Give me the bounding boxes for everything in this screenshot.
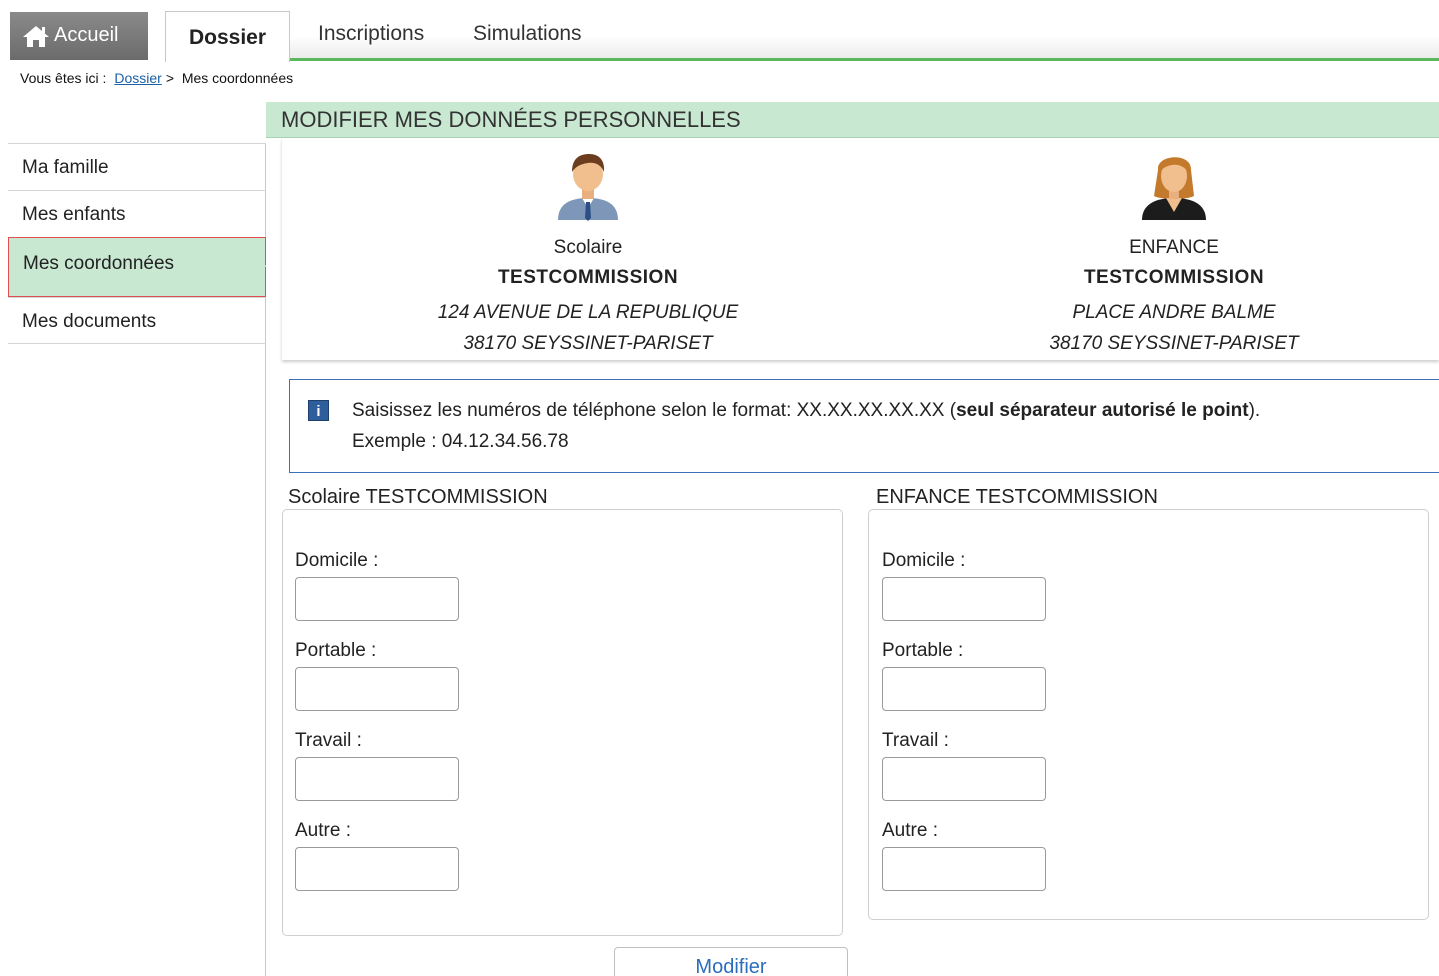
tab-bar-background: [290, 36, 1439, 58]
person-address: 124 AVENUE DE LA REPUBLIQUE 38170 SEYSSI…: [378, 297, 798, 359]
sidebar-item-ma-famille[interactable]: Ma famille: [8, 143, 266, 190]
travail-input[interactable]: [882, 757, 1046, 801]
info-text-bold: seul séparateur autorisé le point: [956, 400, 1249, 421]
autre-input[interactable]: [295, 847, 459, 891]
person-name: TESTCOMMISSION: [497, 267, 679, 288]
field-label-domicile: Domicile :: [882, 550, 966, 571]
travail-input[interactable]: [295, 757, 459, 801]
person-card-scolaire: Scolaire TESTCOMMISSION 124 AVENUE DE LA…: [378, 148, 798, 359]
breadcrumb-current: Mes coordonnées: [181, 70, 294, 86]
address-line-1: PLACE ANDRE BALME: [1072, 302, 1276, 323]
modifier-button[interactable]: Modifier: [614, 947, 848, 976]
person-card-enfance: ENFANCE TESTCOMMISSION PLACE ANDRE BALME…: [964, 148, 1384, 359]
persons-panel: Scolaire TESTCOMMISSION 124 AVENUE DE LA…: [282, 138, 1439, 360]
breadcrumb-prefix: Vous êtes ici :: [20, 70, 107, 86]
tab-bar-underline: [290, 58, 1439, 61]
portable-input[interactable]: [882, 667, 1046, 711]
fieldset-legend: Scolaire TESTCOMMISSION: [288, 486, 554, 509]
home-icon: [23, 26, 49, 47]
autre-input[interactable]: [882, 847, 1046, 891]
man-icon: [558, 154, 618, 221]
tab-inscriptions[interactable]: Inscriptions: [318, 22, 424, 46]
field-label-portable: Portable :: [295, 640, 377, 661]
field-label-travail: Travail :: [295, 730, 362, 751]
active-indicator: [265, 252, 279, 280]
sidebar-item-label: Mes coordonnées: [23, 253, 175, 274]
breadcrumb-link-dossier[interactable]: Dossier: [114, 70, 161, 86]
info-text: Saisissez les numéros de téléphone selon…: [352, 400, 957, 421]
breadcrumb-separator: >: [165, 70, 175, 86]
info-icon: i: [308, 400, 329, 421]
woman-icon: [1142, 157, 1206, 220]
tab-accueil[interactable]: Accueil: [10, 12, 148, 60]
tab-dossier[interactable]: Dossier: [165, 11, 290, 62]
page-title: MODIFIER MES DONNÉES PERSONNELLES: [266, 102, 1439, 138]
field-label-autre: Autre :: [882, 820, 938, 841]
domicile-input[interactable]: [295, 577, 459, 621]
info-line-1: Saisissez les numéros de téléphone selon…: [352, 400, 1260, 422]
tab-simulations[interactable]: Simulations: [473, 22, 582, 46]
address-line-1: 124 AVENUE DE LA REPUBLIQUE: [437, 302, 739, 323]
field-label-travail: Travail :: [882, 730, 949, 751]
field-label-domicile: Domicile :: [295, 550, 379, 571]
field-label-portable: Portable :: [882, 640, 964, 661]
info-text-end: ).: [1248, 400, 1261, 421]
field-label-autre: Autre :: [295, 820, 351, 841]
top-navigation: Accueil Dossier Inscriptions Simulations: [0, 0, 1439, 62]
phone-format-info: i Saisissez les numéros de téléphone sel…: [289, 379, 1439, 473]
fieldset-legend: ENFANCE TESTCOMMISSION: [876, 486, 1164, 509]
person-role: ENFANCE: [1129, 237, 1219, 258]
tab-accueil-label: Accueil: [54, 24, 119, 46]
info-example: Exemple : 04.12.34.56.78: [352, 431, 569, 452]
breadcrumb: Vous êtes ici : Dossier > Mes coordonnées: [20, 70, 293, 86]
domicile-input[interactable]: [882, 577, 1046, 621]
portable-input[interactable]: [295, 667, 459, 711]
sidebar-item-mes-enfants[interactable]: Mes enfants: [8, 190, 266, 237]
address-line-2: 38170 SEYSSINET-PARISET: [463, 333, 713, 354]
address-line-2: 38170 SEYSSINET-PARISET: [1049, 333, 1299, 354]
person-name: TESTCOMMISSION: [1083, 267, 1265, 288]
person-role: Scolaire: [553, 237, 623, 258]
sidebar: Ma famille Mes enfants Mes coordonnées M…: [8, 143, 279, 976]
person-address: PLACE ANDRE BALME 38170 SEYSSINET-PARISE…: [964, 297, 1384, 359]
sidebar-item-mes-documents[interactable]: Mes documents: [8, 297, 266, 344]
sidebar-item-mes-coordonnees[interactable]: Mes coordonnées: [8, 237, 279, 297]
